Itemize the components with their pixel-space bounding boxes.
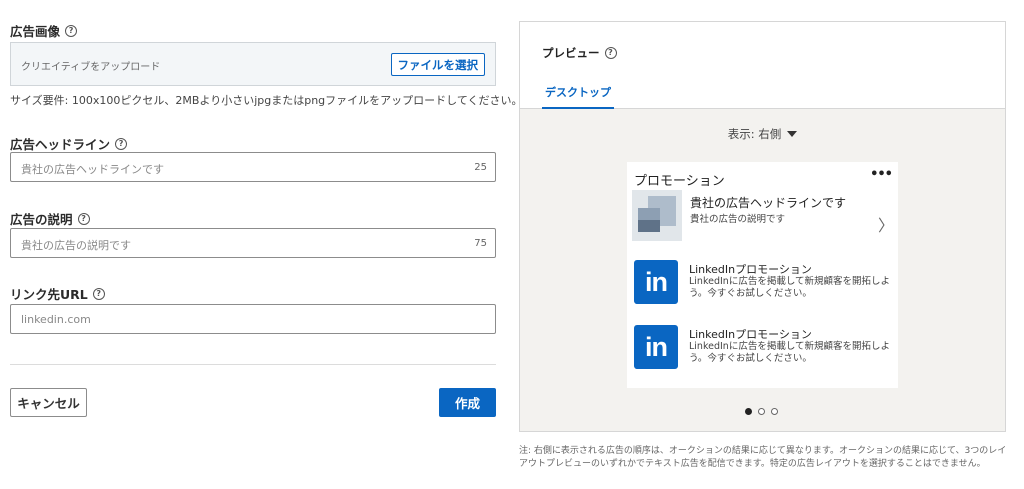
promo-item-title: LinkedInプロモーション <box>689 328 812 341</box>
ad-image-label: 広告画像 ? <box>10 21 78 40</box>
promotion-title: プロモーション <box>634 174 725 189</box>
view-label: 表示: 右側 <box>727 127 782 141</box>
help-icon[interactable]: ? <box>77 212 90 225</box>
caret-down-icon <box>787 131 798 137</box>
ad-preview-headline: 貴社の広告ヘッドラインです <box>690 196 847 210</box>
headline-input[interactable]: 貴社の広告ヘッドラインです 25 <box>10 152 496 182</box>
ad-image-label-text: 広告画像 <box>10 24 61 39</box>
tab-desktop[interactable]: デスクトップ <box>542 82 614 109</box>
chevron-right-icon[interactable]: 〉 <box>878 212 894 236</box>
choose-file-button[interactable]: ファイルを選択 <box>390 53 485 76</box>
view-selector[interactable]: 表示: 右側 <box>520 126 1005 142</box>
url-label: リンク先URL ? <box>10 284 105 303</box>
promo-item-description: LinkedInに広告を掲載して新規顧客を開拓しよう。今すぐお試しください。 <box>689 276 891 299</box>
help-icon[interactable]: ? <box>604 47 617 59</box>
promo-item-title: LinkedInプロモーション <box>689 263 812 276</box>
carousel-pager <box>745 408 778 415</box>
headline-label-text: 広告ヘッドライン <box>10 137 111 152</box>
url-label-text: リンク先URL <box>10 287 88 302</box>
url-input[interactable]: linkedin.com <box>10 304 496 334</box>
preview-panel: プレビュー ? デスクトップ 表示: 右側 プロモーション ••• 貴社の広告ヘ… <box>519 21 1006 432</box>
description-char-count: 75 <box>474 238 487 249</box>
headline-char-count: 25 <box>474 162 487 173</box>
headline-label: 広告ヘッドライン ? <box>10 134 128 153</box>
layout-note: 注: 右側に表示される広告の順序は、オークションの結果に応じて異なります。オーク… <box>519 446 1007 469</box>
help-icon[interactable]: ? <box>92 287 105 300</box>
image-requirements: サイズ要件: 100x100ピクセル、2MBより小さいjpgまたはpngファイル… <box>10 94 523 107</box>
promo-item-description: LinkedInに広告を掲載して新規顧客を開拓しよう。今すぐお試しください。 <box>689 341 891 364</box>
pager-dot[interactable] <box>771 408 778 415</box>
ad-image-placeholder-icon <box>632 190 682 241</box>
headline-placeholder: 貴社の広告ヘッドラインです <box>21 163 164 176</box>
help-icon[interactable]: ? <box>65 24 78 37</box>
pager-dot[interactable] <box>745 408 752 415</box>
preview-header: プレビュー ? デスクトップ <box>520 22 1005 109</box>
more-icon[interactable]: ••• <box>870 167 893 182</box>
description-label-text: 広告の説明 <box>10 212 73 227</box>
cancel-button[interactable]: キャンセル <box>10 388 87 417</box>
preview-title-text: プレビュー <box>542 46 600 60</box>
preview-title: プレビュー ? <box>542 45 617 61</box>
divider <box>10 364 496 365</box>
description-label: 広告の説明 ? <box>10 209 90 228</box>
pager-dot[interactable] <box>758 408 765 415</box>
linkedin-logo-icon: in <box>634 325 678 369</box>
upload-area[interactable]: クリエイティブをアップロード ファイルを選択 <box>10 42 496 86</box>
upload-placeholder: クリエイティブをアップロード <box>21 62 161 73</box>
create-button[interactable]: 作成 <box>439 388 496 417</box>
url-placeholder: linkedin.com <box>21 313 91 326</box>
description-placeholder: 貴社の広告の説明です <box>21 239 131 252</box>
help-icon[interactable]: ? <box>115 137 128 150</box>
linkedin-logo-icon: in <box>634 260 678 304</box>
ad-preview-card: プロモーション ••• 貴社の広告ヘッドラインです 貴社の広告の説明です 〉 i… <box>627 162 898 388</box>
description-input[interactable]: 貴社の広告の説明です 75 <box>10 228 496 258</box>
ad-preview-description: 貴社の広告の説明です <box>690 214 786 225</box>
